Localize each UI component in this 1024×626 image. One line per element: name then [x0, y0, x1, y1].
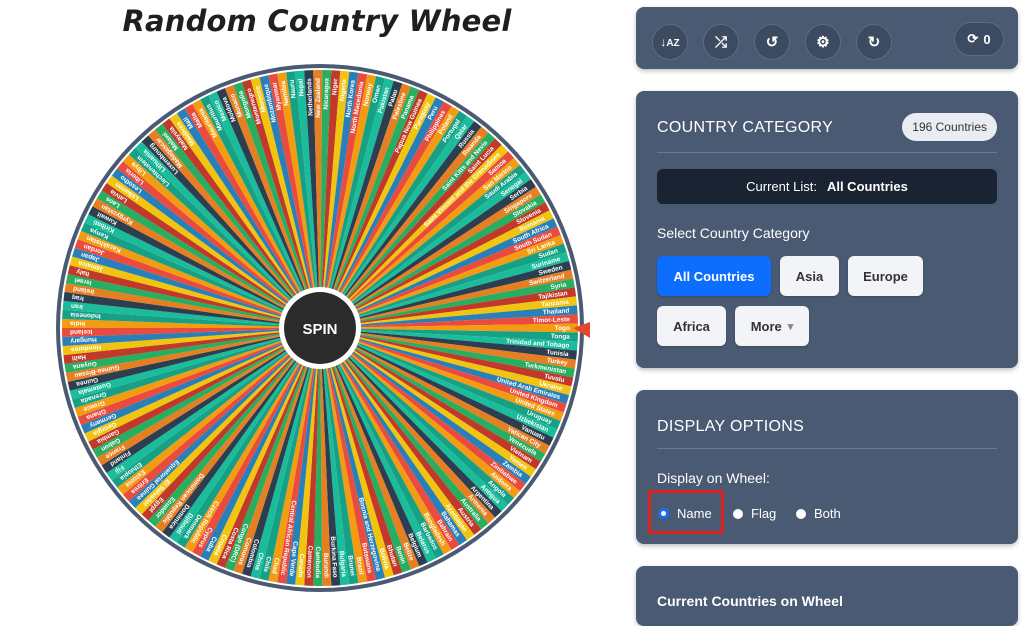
wheel-label: Tonga [551, 333, 571, 341]
wheel-label: New Zealand [315, 78, 322, 118]
divider [657, 152, 997, 153]
wheel-label: Cameroon [305, 545, 313, 577]
divider [657, 448, 997, 449]
settings-button[interactable]: ⚙ [805, 24, 841, 60]
wheel-label: Nepal [297, 78, 305, 96]
country-count-badge: 196 Countries [902, 113, 997, 141]
history-icon: ↺ [765, 34, 779, 51]
country-category-panel: COUNTRY CATEGORY 196 Countries Current L… [636, 91, 1018, 368]
current-countries-panel: Current Countries on Wheel [636, 566, 1018, 626]
spin-label: SPIN [302, 321, 337, 338]
wheel-label: India [70, 320, 86, 327]
shuffle-button[interactable]: ⤮ [703, 24, 739, 60]
current-countries-heading: Current Countries on Wheel [657, 593, 843, 609]
radio-both-label: Both [814, 506, 841, 521]
reset-button[interactable]: ↻ [856, 24, 892, 60]
wheel-label: Nicaragua [323, 78, 331, 110]
wheel-label: Niger [331, 78, 339, 95]
wheel-label: Togo [555, 325, 570, 332]
wheel-label: Hungary [70, 336, 97, 344]
gear-icon: ⚙ [816, 34, 830, 51]
page-title: Random Country Wheel [122, 4, 512, 38]
more-label: More [750, 318, 782, 334]
wheel-label: Iceland [70, 328, 93, 335]
current-list-bar: Current List: All Countries [657, 169, 997, 204]
chevron-down-icon: ▾ [787, 320, 794, 333]
category-more-dropdown[interactable]: More ▾ [735, 306, 809, 346]
wheel-label: Burundi [322, 553, 330, 578]
category-africa-button[interactable]: Africa [657, 306, 726, 346]
country-wheel[interactable]: SamoaSan MarinoSaudi ArabiaSenegalSerbia… [50, 58, 590, 598]
spin-counter[interactable]: ⟳ 0 [954, 22, 1004, 56]
wheel-label: Iran [71, 302, 84, 310]
refresh-icon: ⟳ [967, 31, 979, 46]
radio-flag-dot[interactable] [733, 508, 743, 519]
shuffle-icon: ⤮ [714, 33, 727, 51]
radio-flag[interactable]: Flag [733, 506, 776, 521]
select-category-label: Select Country Category [657, 225, 810, 241]
wheel-label: Cambodia [314, 547, 321, 579]
category-heading: COUNTRY CATEGORY [657, 119, 834, 136]
radio-both[interactable]: Both [796, 506, 841, 521]
current-list-label: Current List: [746, 179, 817, 194]
wheel-label: Timor-Leste [533, 316, 571, 324]
category-europe-button[interactable]: Europe [848, 256, 923, 296]
sort-alpha-icon: ↓AZ [660, 35, 680, 49]
category-asia-button[interactable]: Asia [780, 256, 839, 296]
display-heading: DISPLAY OPTIONS [657, 418, 805, 435]
redo-icon: ↻ [867, 34, 881, 51]
radio-both-dot[interactable] [796, 508, 806, 519]
history-button[interactable]: ↺ [754, 24, 790, 60]
toolbar-panel: ↓AZ ⤮ ↺ ⚙ ↻ ⟳ 0 [636, 7, 1018, 69]
current-list-value: All Countries [826, 179, 908, 194]
category-all-countries-button[interactable]: All Countries [657, 256, 771, 296]
selection-highlight-box [648, 490, 724, 534]
display-on-wheel-label: Display on Wheel: [657, 470, 770, 486]
sort-alpha-button[interactable]: ↓AZ [652, 24, 688, 60]
spin-count: 0 [983, 31, 991, 47]
wheel-label: Iraq [71, 293, 84, 301]
radio-flag-label: Flag [751, 506, 777, 521]
